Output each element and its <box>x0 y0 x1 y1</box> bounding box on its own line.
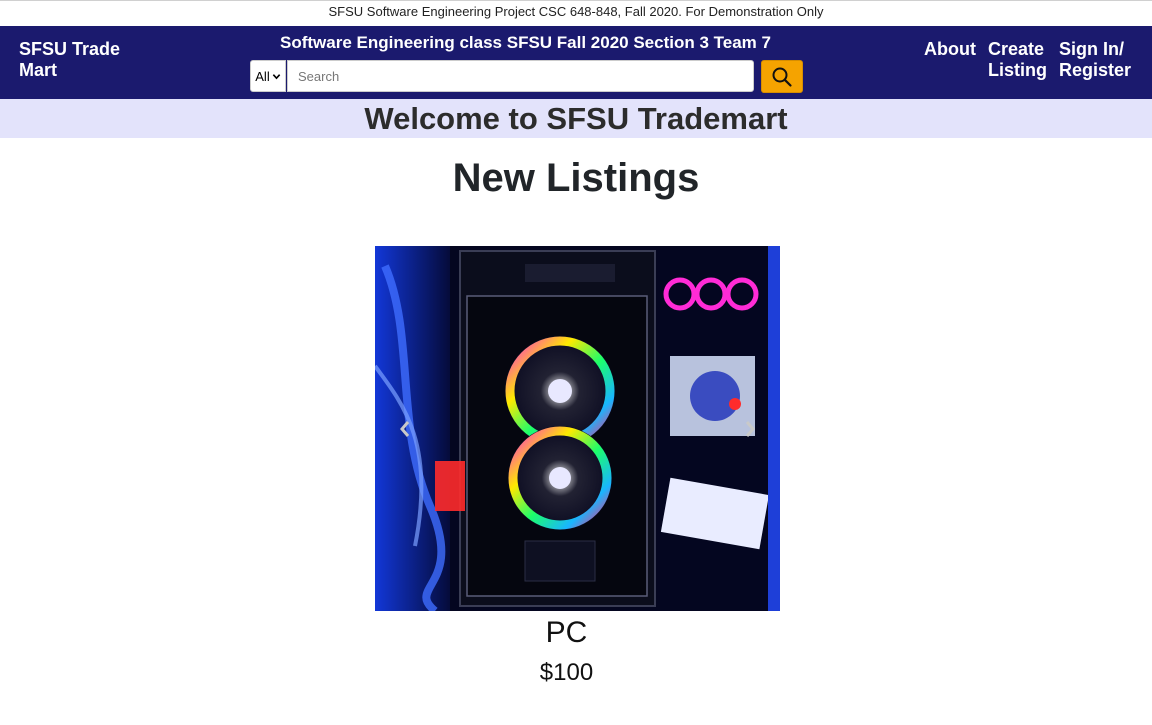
brand-link[interactable]: SFSU Trade Mart <box>19 39 129 81</box>
search-icon <box>772 67 792 87</box>
welcome-banner: Welcome to SFSU Trademart <box>0 99 1152 138</box>
chevron-left-icon <box>400 420 410 437</box>
about-link[interactable]: About <box>924 39 976 81</box>
carousel-next-button[interactable] <box>720 246 780 611</box>
search-input[interactable] <box>287 60 754 92</box>
nav-title: Software Engineering class SFSU Fall 202… <box>280 33 771 52</box>
search-form: All <box>250 60 803 93</box>
search-button[interactable] <box>761 60 803 93</box>
demo-notice: SFSU Software Engineering Project CSC 64… <box>0 0 1152 26</box>
listing-price: $100 <box>539 659 594 686</box>
chevron-right-icon <box>745 420 755 437</box>
navbar: SFSU Trade Mart Software Engineering cla… <box>0 26 1152 99</box>
listing-name[interactable]: PC <box>375 615 758 651</box>
listing-carousel <box>375 246 780 611</box>
sign-in-register-link[interactable]: Sign In/ Register <box>1059 39 1131 81</box>
nav-links: About Create Listing Sign In/ Register <box>924 39 1131 81</box>
chevron-down-icon <box>272 73 280 79</box>
category-select[interactable]: All <box>250 60 286 92</box>
create-listing-link[interactable]: Create Listing <box>988 39 1047 81</box>
category-select-value: All <box>255 68 270 84</box>
section-heading: New Listings <box>452 156 700 200</box>
carousel-prev-button[interactable] <box>375 246 435 611</box>
